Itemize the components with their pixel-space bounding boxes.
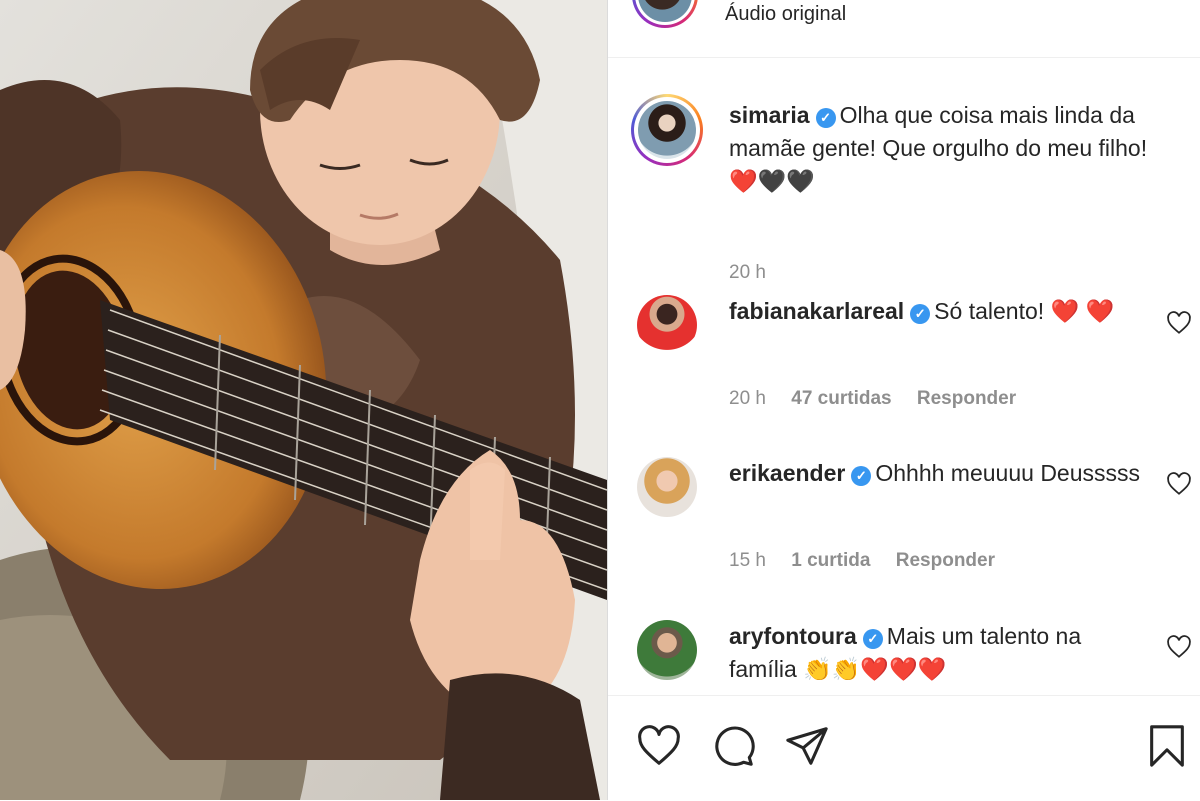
boy-playing-guitar-image <box>0 0 607 800</box>
comment-meta: 20 h 47 curtidas Responder <box>729 388 1036 410</box>
verified-badge-icon: ✓ <box>815 108 836 128</box>
heart-icon <box>638 725 680 765</box>
caption-author-avatar[interactable] <box>631 94 703 166</box>
post-header: Áudio original <box>608 0 1200 58</box>
comment-emoji: 👏👏❤️❤️❤️ <box>803 656 947 682</box>
caption-emoji: ❤️🖤🖤 <box>729 168 815 194</box>
reply-button[interactable]: Responder <box>896 550 995 571</box>
comment-button[interactable] <box>710 723 756 769</box>
paper-plane-icon <box>786 727 828 765</box>
comment-time[interactable]: 15 h <box>729 550 766 571</box>
comment-username[interactable]: aryfontoura <box>729 623 857 649</box>
comments-list[interactable]: simaria ✓ Olha que coisa mais linda da mam… <box>608 58 1200 695</box>
caption-username[interactable]: simaria <box>729 102 810 128</box>
post-media[interactable] <box>0 0 607 800</box>
post-details-panel: Áudio original simaria ✓ Olha que coisa ma… <box>607 0 1200 800</box>
comment-likes[interactable]: 1 curtida <box>791 550 870 571</box>
comment-text: Só talento! <box>934 298 1045 324</box>
commenter-avatar[interactable] <box>637 620 697 680</box>
reply-button[interactable]: Responder <box>917 388 1016 409</box>
bookmark-icon <box>1150 725 1184 767</box>
post-actions-bar <box>608 695 1200 801</box>
comment-username[interactable]: erikaender <box>729 460 845 486</box>
verified-badge-icon: ✓ <box>862 629 883 649</box>
author-avatar[interactable] <box>632 0 698 28</box>
comment-username[interactable]: fabianakarlareal <box>729 298 904 324</box>
save-button[interactable] <box>1144 723 1190 769</box>
comment-like-heart-icon[interactable] <box>1166 471 1192 497</box>
comment-likes[interactable]: 47 curtidas <box>791 388 891 409</box>
comment-like-heart-icon[interactable] <box>1166 310 1192 336</box>
commenter-avatar[interactable] <box>637 295 697 355</box>
comment-emoji: ❤️ ❤️ <box>1050 298 1115 324</box>
comment-time[interactable]: 20 h <box>729 388 766 409</box>
commenter-avatar[interactable] <box>637 457 697 517</box>
share-button[interactable] <box>784 723 830 769</box>
audio-label[interactable]: Áudio original <box>725 3 846 26</box>
verified-badge-icon: ✓ <box>910 304 931 324</box>
comment-text: Ohhhh meuuuu Deusssss <box>875 460 1141 486</box>
verified-badge-icon: ✓ <box>851 466 872 486</box>
caption-meta: 20 h <box>729 262 786 284</box>
caption-time[interactable]: 20 h <box>729 262 766 283</box>
comment-icon <box>715 726 755 766</box>
comment-meta: 15 h 1 curtida Responder <box>729 550 1015 572</box>
like-button[interactable] <box>636 723 682 769</box>
comment-like-heart-icon[interactable] <box>1166 634 1192 660</box>
